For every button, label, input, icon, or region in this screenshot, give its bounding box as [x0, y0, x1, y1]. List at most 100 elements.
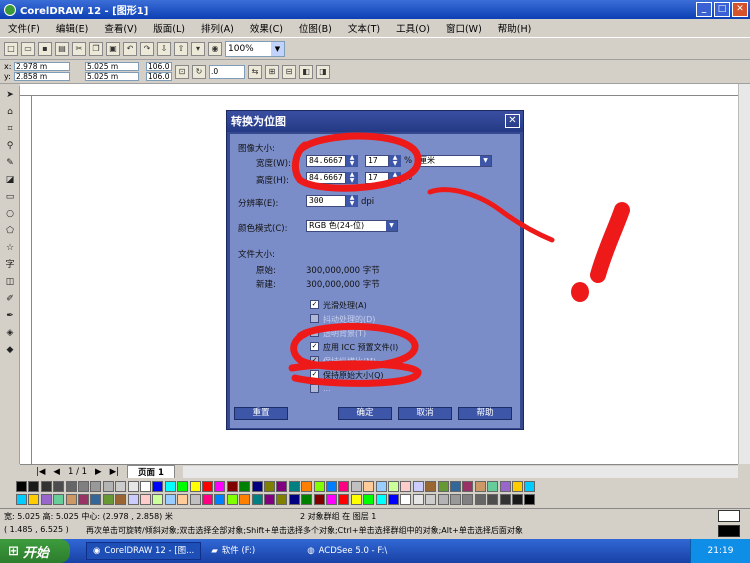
- color-swatch[interactable]: [338, 494, 350, 505]
- menu-tools[interactable]: 工具(O): [388, 21, 438, 35]
- color-swatch[interactable]: [301, 494, 313, 505]
- zoom-tool-icon[interactable]: ⚲: [2, 138, 18, 154]
- ungroup-icon[interactable]: ⊟: [282, 64, 296, 79]
- color-swatch[interactable]: [301, 481, 313, 492]
- menu-file[interactable]: 文件(F): [0, 21, 48, 35]
- rectangle-tool-icon[interactable]: ▭: [2, 189, 18, 205]
- rotate-icon[interactable]: ↻: [192, 64, 206, 79]
- color-swatch[interactable]: [28, 494, 40, 505]
- color-swatch[interactable]: [16, 481, 27, 492]
- color-swatch[interactable]: [78, 481, 89, 492]
- color-swatch[interactable]: [437, 494, 449, 505]
- text-tool-icon[interactable]: 字: [2, 257, 18, 273]
- color-swatch[interactable]: [28, 481, 40, 492]
- add-page-icon[interactable]: ▶|: [110, 467, 119, 477]
- chevron-down-icon[interactable]: ▼: [271, 41, 284, 56]
- color-swatch[interactable]: [425, 481, 437, 492]
- task-folder[interactable]: ▰ 软件 (F:): [205, 542, 261, 560]
- cut-icon[interactable]: ✂: [72, 41, 86, 56]
- color-swatch[interactable]: [115, 481, 127, 492]
- lock-ratio-icon[interactable]: ⊡: [175, 64, 189, 79]
- ok-button[interactable]: 确定: [338, 407, 392, 420]
- color-swatch[interactable]: [487, 481, 499, 492]
- first-page-icon[interactable]: |◀: [36, 467, 45, 477]
- smart-fill-icon[interactable]: ◪: [2, 172, 18, 188]
- color-swatch[interactable]: [40, 481, 52, 492]
- color-swatch[interactable]: [450, 494, 461, 505]
- color-swatch[interactable]: [40, 494, 52, 505]
- color-swatch[interactable]: [90, 494, 102, 505]
- menu-view[interactable]: 查看(V): [96, 21, 145, 35]
- ellipse-tool-icon[interactable]: ○: [2, 206, 18, 222]
- color-swatch[interactable]: [251, 494, 263, 505]
- height-input[interactable]: 84.6667: [306, 172, 346, 184]
- fill-tool-icon[interactable]: ◈: [2, 325, 18, 341]
- color-swatch[interactable]: [226, 481, 238, 492]
- menu-text[interactable]: 文本(T): [340, 21, 388, 35]
- interactive-blend-icon[interactable]: ◫: [2, 274, 18, 290]
- color-swatch[interactable]: [462, 481, 474, 492]
- color-swatch[interactable]: [189, 481, 201, 492]
- crop-tool-icon[interactable]: ⌗: [2, 121, 18, 137]
- close-button[interactable]: ✕: [732, 2, 748, 17]
- color-swatch[interactable]: [474, 481, 486, 492]
- task-acdsee[interactable]: ◍ ACDSee 5.0 - F:\: [301, 542, 393, 560]
- width-input[interactable]: 84.6667: [306, 155, 346, 167]
- export-icon[interactable]: ⇧: [174, 41, 188, 56]
- menu-arrange[interactable]: 排列(A): [193, 21, 242, 35]
- color-mode-select[interactable]: RGB 色(24-位) ▼: [306, 220, 398, 232]
- color-swatch[interactable]: [239, 481, 251, 492]
- color-swatch[interactable]: [202, 481, 213, 492]
- shape-tool-icon[interactable]: ⌂: [2, 104, 18, 120]
- antialias-checkbox[interactable]: ✓: [310, 300, 319, 309]
- mirror-icon[interactable]: ⇆: [248, 64, 262, 79]
- color-swatch[interactable]: [524, 481, 536, 492]
- color-swatch[interactable]: [326, 494, 337, 505]
- width-spinner[interactable]: ▲ ▼: [346, 155, 358, 167]
- color-swatch[interactable]: [102, 494, 114, 505]
- break-apart-icon[interactable]: ◨: [316, 64, 330, 79]
- color-swatch[interactable]: [288, 481, 300, 492]
- color-swatch[interactable]: [462, 494, 474, 505]
- color-swatch[interactable]: [499, 481, 511, 492]
- angle-field[interactable]: .0: [209, 64, 245, 79]
- app-launcher-icon[interactable]: ▾: [191, 41, 205, 56]
- color-swatch[interactable]: [512, 481, 523, 492]
- color-swatch[interactable]: [152, 481, 164, 492]
- color-swatch[interactable]: [363, 481, 375, 492]
- redo-icon[interactable]: ↷: [140, 41, 154, 56]
- color-swatch[interactable]: [140, 494, 151, 505]
- keep-original-size-checkbox[interactable]: ✓: [310, 370, 319, 379]
- color-swatch[interactable]: [264, 494, 275, 505]
- color-swatch[interactable]: [350, 494, 362, 505]
- color-swatch[interactable]: [239, 494, 251, 505]
- save-icon[interactable]: ▪: [38, 41, 52, 56]
- basic-shapes-icon[interactable]: ☆: [2, 240, 18, 256]
- fill-indicator[interactable]: [718, 510, 740, 522]
- open-icon[interactable]: ▭: [21, 41, 35, 56]
- color-swatch[interactable]: [115, 494, 127, 505]
- minimize-button[interactable]: _: [696, 2, 712, 17]
- color-swatch[interactable]: [363, 494, 375, 505]
- width-percent-input[interactable]: 17: [365, 155, 389, 167]
- color-swatch[interactable]: [425, 494, 437, 505]
- width-percent-spinner[interactable]: ▲ ▼: [389, 155, 401, 167]
- color-swatch[interactable]: [524, 494, 536, 505]
- reset-button[interactable]: 重置: [234, 407, 288, 420]
- horizontal-scrollbar[interactable]: [182, 465, 738, 478]
- color-swatch[interactable]: [53, 494, 65, 505]
- color-swatch[interactable]: [276, 481, 288, 492]
- combine-icon[interactable]: ◧: [299, 64, 313, 79]
- color-swatch[interactable]: [375, 481, 387, 492]
- color-swatch[interactable]: [214, 481, 226, 492]
- color-swatch[interactable]: [350, 481, 362, 492]
- menu-effects[interactable]: 效果(C): [242, 21, 291, 35]
- page-tab[interactable]: 页面 1: [127, 464, 175, 479]
- unit-select[interactable]: 厘米 ▼: [416, 155, 492, 167]
- height-field[interactable]: 5.025 m: [85, 72, 139, 81]
- color-swatch[interactable]: [102, 481, 114, 492]
- chevron-down-icon[interactable]: ▼: [386, 221, 397, 231]
- color-swatch[interactable]: [288, 494, 300, 505]
- color-swatch[interactable]: [152, 494, 164, 505]
- menu-help[interactable]: 帮助(H): [490, 21, 540, 35]
